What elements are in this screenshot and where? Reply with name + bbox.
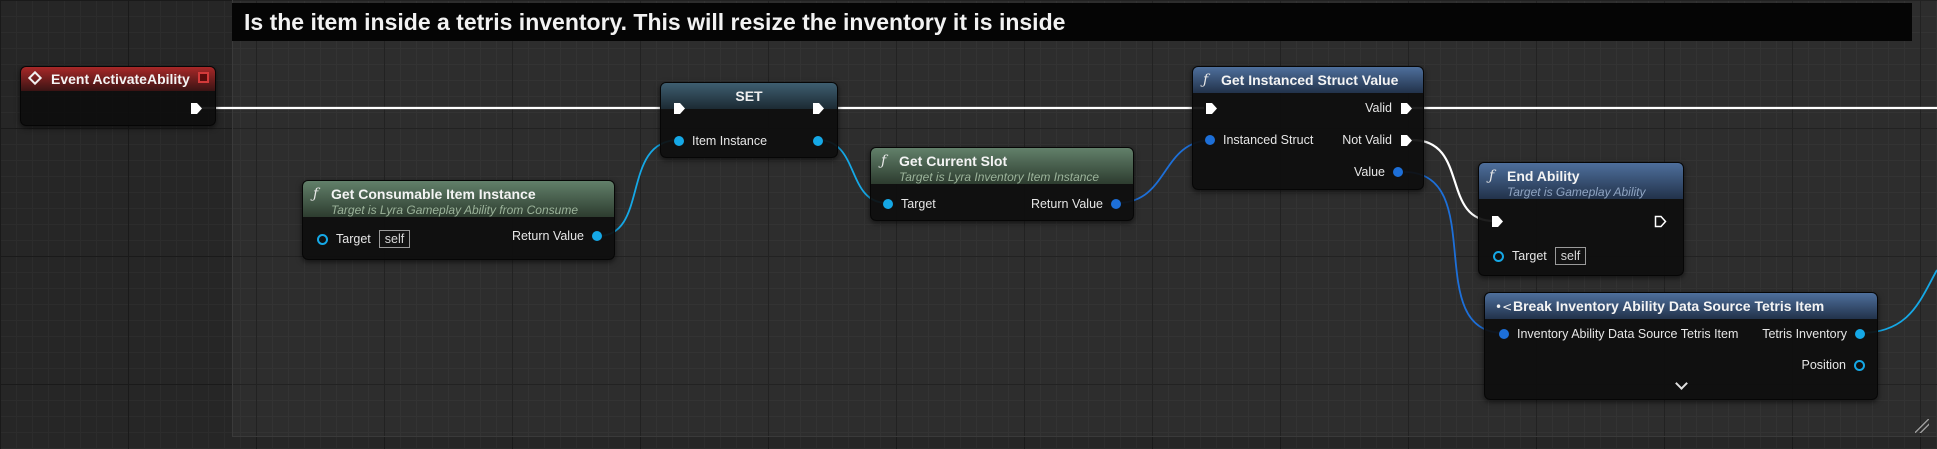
end-ability-node-header: ƒ End Ability Target is Gameplay Ability [1479, 163, 1683, 199]
exec-output-pin[interactable] [190, 102, 203, 115]
chevron-down-icon[interactable] [1675, 377, 1688, 390]
return-pin-icon[interactable] [1111, 199, 1121, 209]
current-slot-node-header: ƒ Get Current Slot Target is Lyra Invent… [871, 148, 1133, 184]
set-node-title: SET [735, 88, 763, 104]
event-diamond-icon [27, 70, 43, 86]
delegate-pin-icon[interactable] [198, 72, 209, 83]
struct-value-label: Value [1353, 165, 1385, 179]
break-input-pin[interactable]: Inventory Ability Data Source Tetris Ite… [1499, 327, 1738, 341]
struct-not-valid-pin[interactable]: Not Valid [1342, 133, 1413, 147]
target-pin-icon[interactable] [1493, 250, 1504, 262]
item-instance-output-icon[interactable] [813, 136, 823, 146]
function-icon: ƒ [1203, 72, 1209, 88]
not-valid-exec-icon[interactable] [1400, 134, 1413, 147]
break-tetris-label: Tetris Inventory [1762, 327, 1847, 341]
break-struct-icon: •< [1495, 300, 1513, 314]
current-slot-target-label: Target [901, 197, 936, 211]
consumable-return-pin[interactable]: Return Value [512, 229, 602, 243]
struct-input-pin[interactable]: Instanced Struct [1205, 133, 1313, 147]
break-input-label: Inventory Ability Data Source Tetris Ite… [1517, 327, 1739, 341]
struct-valid-pin[interactable]: Valid [1365, 101, 1413, 115]
struct-exec-input-pin[interactable] [1205, 102, 1218, 115]
set-exec-output-pin[interactable] [812, 102, 825, 115]
set-exec-input-pin[interactable] [673, 102, 686, 115]
current-slot-return-label: Return Value [1030, 197, 1103, 211]
end-ability-node[interactable]: ƒ End Ability Target is Gameplay Ability… [1478, 162, 1684, 276]
end-ability-node-subtitle: Target is Gameplay Ability [1507, 185, 1646, 199]
function-icon: ƒ [881, 153, 887, 169]
event-node-title: Event ActivateAbility [51, 71, 190, 87]
return-pin-icon[interactable] [592, 231, 602, 241]
get-consumable-item-instance-node[interactable]: ƒ Get Consumable Item Instance Target is… [302, 180, 615, 260]
end-ability-exec-input-pin[interactable] [1491, 215, 1504, 228]
event-node-header: Event ActivateAbility [21, 67, 215, 91]
current-slot-node-subtitle: Target is Lyra Inventory Item Instance [899, 170, 1100, 184]
struct-node-header: ƒ Get Instanced Struct Value [1193, 67, 1423, 93]
consumable-node-title: Get Consumable Item Instance [331, 186, 536, 202]
struct-value-pin[interactable]: Value [1354, 165, 1403, 179]
value-output-icon[interactable] [1393, 167, 1403, 177]
break-node-header: •< Break Inventory Ability Data Source T… [1485, 293, 1877, 319]
get-current-slot-node[interactable]: ƒ Get Current Slot Target is Lyra Invent… [870, 147, 1134, 221]
get-instanced-struct-value-node[interactable]: ƒ Get Instanced Struct Value Valid Insta… [1192, 66, 1424, 190]
consumable-target-default[interactable]: self [378, 230, 411, 248]
comment-title[interactable]: Is the item inside a tetris inventory. T… [232, 3, 1912, 41]
current-slot-target-pin[interactable]: Target [883, 197, 936, 211]
struct-not-valid-label: Not Valid [1342, 133, 1392, 147]
struct-valid-label: Valid [1365, 101, 1392, 115]
break-tetris-item-node[interactable]: •< Break Inventory Ability Data Source T… [1484, 292, 1878, 400]
set-pin-label: Item Instance [692, 134, 768, 148]
end-ability-node-title: End Ability [1507, 168, 1580, 184]
break-tetris-inventory-pin[interactable]: Tetris Inventory [1762, 327, 1865, 341]
struct-node-title: Get Instanced Struct Value [1221, 72, 1399, 88]
tetris-item-input-icon[interactable] [1499, 329, 1509, 339]
break-node-title: Break Inventory Ability Data Source Tetr… [1513, 298, 1825, 314]
consumable-target-pin[interactable]: Target self [317, 230, 411, 248]
target-pin-icon[interactable] [883, 199, 893, 209]
consumable-node-subtitle: Target is Lyra Gameplay Ability from Con… [331, 203, 578, 217]
consumable-return-label: Return Value [511, 229, 584, 243]
set-node-header: SET [661, 83, 837, 109]
break-position-label: Position [1801, 358, 1846, 372]
function-icon: ƒ [313, 186, 319, 202]
event-activate-ability-node[interactable]: Event ActivateAbility [20, 66, 216, 126]
current-slot-node-title: Get Current Slot [899, 153, 1008, 169]
current-slot-return-pin[interactable]: Return Value [1031, 197, 1121, 211]
item-instance-input-icon[interactable] [674, 136, 684, 146]
end-ability-target-pin[interactable]: Target self [1493, 247, 1587, 265]
position-output-icon[interactable] [1854, 359, 1865, 371]
struct-input-label: Instanced Struct [1223, 133, 1314, 147]
function-icon: ƒ [1489, 168, 1495, 184]
valid-exec-icon[interactable] [1400, 102, 1413, 115]
end-ability-target-label: Target [1512, 249, 1547, 263]
comment-resize-handle[interactable] [1915, 419, 1929, 433]
set-item-instance-pin[interactable]: Item Instance [674, 134, 767, 148]
set-node[interactable]: SET Item Instance [660, 82, 838, 158]
consumable-target-label: Target [336, 232, 371, 246]
break-position-pin[interactable]: Position [1802, 358, 1865, 372]
tetris-inventory-output-icon[interactable] [1855, 329, 1865, 339]
end-ability-target-default[interactable]: self [1554, 247, 1587, 265]
target-pin-icon[interactable] [317, 233, 328, 245]
instanced-struct-input-icon[interactable] [1205, 135, 1215, 145]
end-ability-exec-output-pin[interactable] [1654, 215, 1667, 228]
consumable-node-header: ƒ Get Consumable Item Instance Target is… [303, 181, 614, 217]
